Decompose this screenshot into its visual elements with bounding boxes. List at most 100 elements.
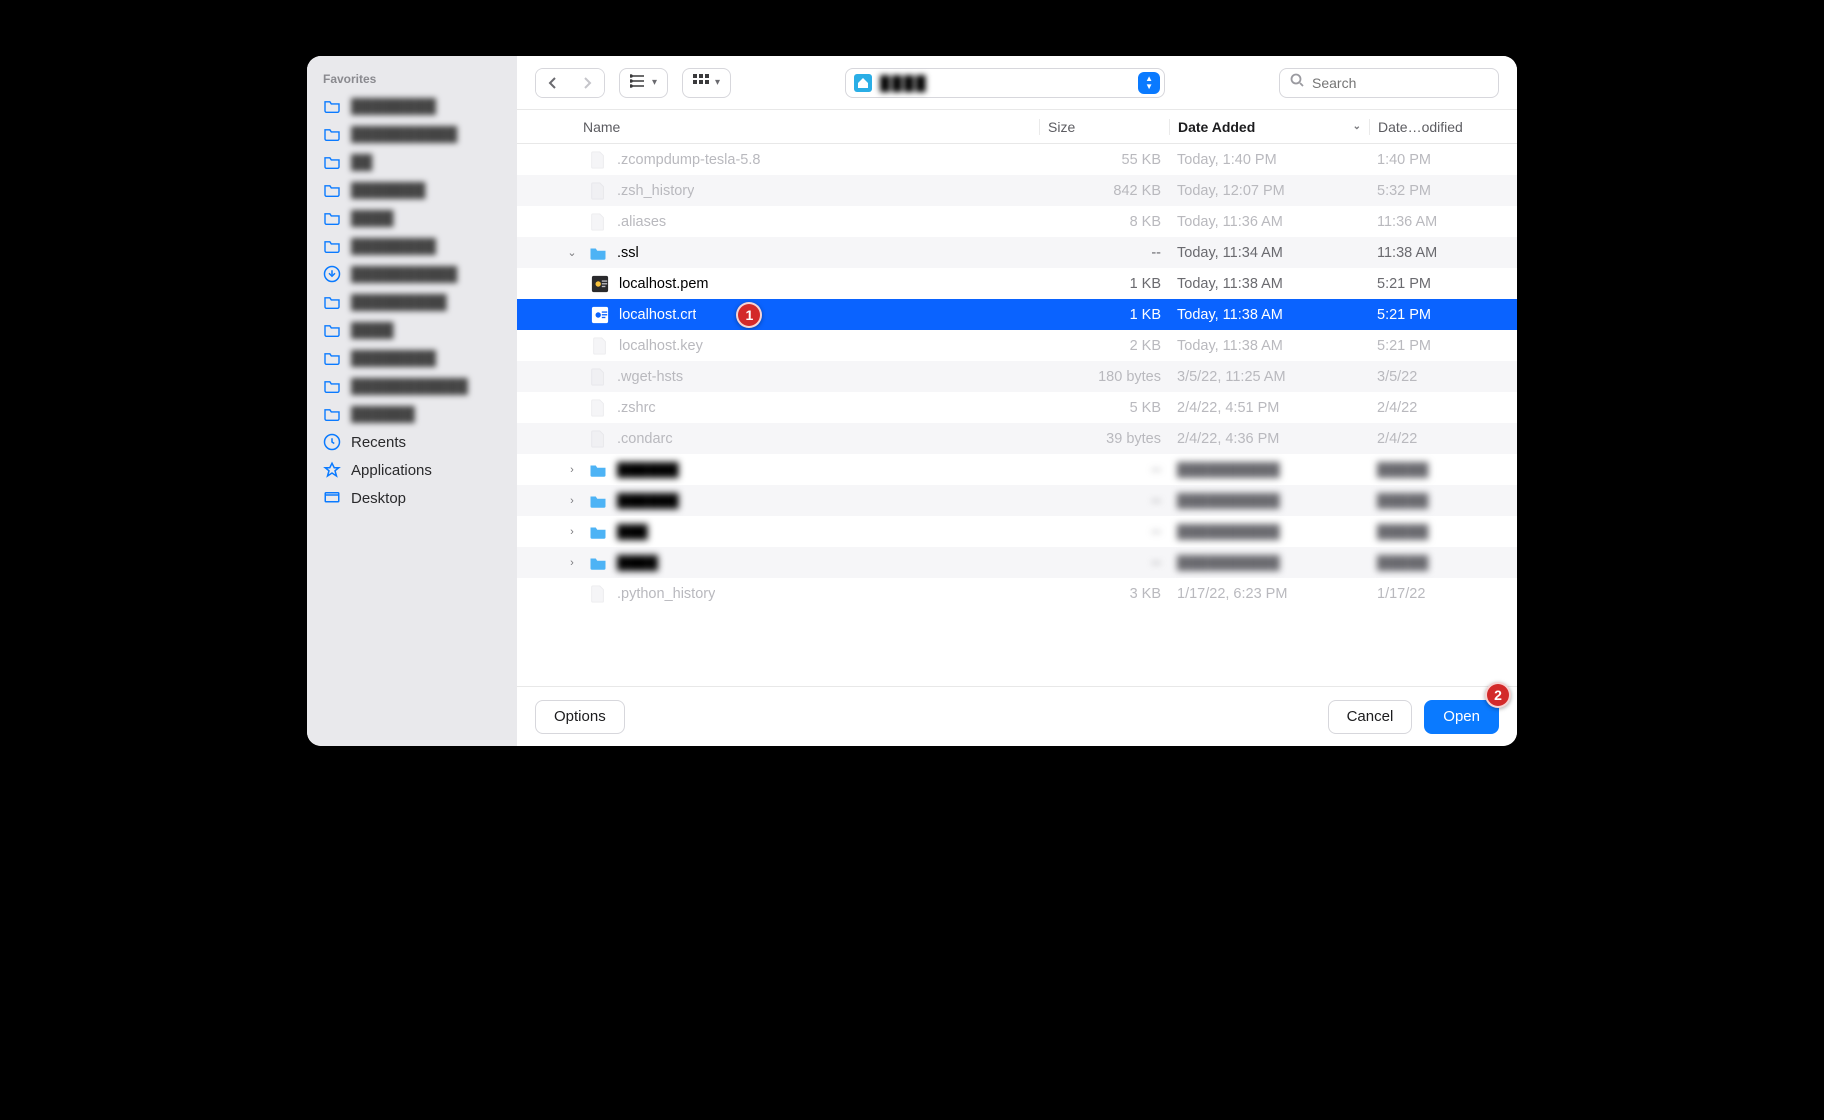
file-row[interactable]: ⌄.ssl--Today, 11:34 AM11:38 AM	[517, 237, 1517, 268]
document-icon	[589, 429, 607, 449]
open-file-dialog: Favorites ████████ ██████████ ██ ███████…	[307, 56, 1517, 746]
file-row[interactable]: ›████--███████████████	[517, 547, 1517, 578]
file-row[interactable]: .zshrc5 KB2/4/22, 4:51 PM2/4/22	[517, 392, 1517, 423]
file-row[interactable]: .zsh_history842 KBToday, 12:07 PM5:32 PM	[517, 175, 1517, 206]
folder-icon	[323, 97, 341, 115]
open-button[interactable]: Open	[1424, 700, 1499, 734]
sidebar-item-desktop[interactable]: Desktop	[307, 484, 517, 512]
annotation-callout: 1	[736, 302, 762, 328]
group-by-button[interactable]: ▾	[682, 68, 731, 98]
file-name: ███	[617, 524, 648, 540]
file-name: .zshrc	[617, 400, 656, 416]
file-size: --	[1039, 493, 1169, 509]
file-row[interactable]: .python_history3 KB1/17/22, 6:23 PM1/17/…	[517, 578, 1517, 609]
file-date-added: Today, 11:36 AM	[1169, 214, 1369, 230]
sidebar-item[interactable]: ██	[307, 148, 517, 176]
file-row[interactable]: ›██████--███████████████	[517, 485, 1517, 516]
file-row[interactable]: localhost.crt11 KBToday, 11:38 AM5:21 PM	[517, 299, 1517, 330]
document-icon	[589, 150, 607, 170]
sidebar-item-label: ██████████	[351, 126, 501, 143]
file-date-added: ██████████	[1169, 462, 1369, 478]
file-row[interactable]: localhost.key2 KBToday, 11:38 AM5:21 PM	[517, 330, 1517, 361]
file-size: 1 KB	[1039, 276, 1169, 292]
col-size[interactable]: Size	[1039, 119, 1169, 135]
file-date-modified: 3/5/22	[1369, 369, 1499, 385]
search-icon	[1290, 73, 1304, 92]
column-headers: Name Size Date Added ⌄ Date…odified	[517, 110, 1517, 144]
file-name: localhost.key	[619, 338, 703, 354]
file-date-modified: █████	[1369, 493, 1499, 509]
file-row[interactable]: localhost.pem1 KBToday, 11:38 AM5:21 PM	[517, 268, 1517, 299]
file-date-modified: 1:40 PM	[1369, 152, 1499, 168]
view-list-button[interactable]: ▾	[619, 68, 668, 98]
sidebar-item[interactable]: ██████████	[307, 120, 517, 148]
main-panel: ▾ ▾ ████ ▲▼ Name Size Date Added ⌄	[517, 56, 1517, 746]
file-date-modified: 5:21 PM	[1369, 338, 1499, 354]
disclosure-triangle-icon[interactable]: ›	[565, 526, 579, 538]
sidebar-item[interactable]: ████	[307, 204, 517, 232]
disclosure-triangle-icon[interactable]: ›	[565, 495, 579, 507]
sidebar-item-label: ████	[351, 322, 501, 339]
sidebar-item[interactable]: ██████████	[307, 260, 517, 288]
file-name: .aliases	[617, 214, 666, 230]
sidebar-item[interactable]: ████	[307, 316, 517, 344]
file-row[interactable]: ›██████--███████████████	[517, 454, 1517, 485]
sidebar-item[interactable]: ███████████	[307, 372, 517, 400]
forward-button[interactable]	[570, 69, 604, 97]
annotation-callout: 2	[1485, 682, 1511, 708]
cancel-button[interactable]: Cancel	[1328, 700, 1413, 734]
file-date-added: 2/4/22, 4:51 PM	[1169, 400, 1369, 416]
chevron-down-icon: ▾	[652, 77, 657, 88]
document-icon	[589, 212, 607, 232]
file-name: .wget-hsts	[617, 369, 683, 385]
file-date-added: ██████████	[1169, 493, 1369, 509]
folder-icon	[323, 125, 341, 143]
sidebar-item[interactable]: ████████	[307, 232, 517, 260]
file-date-added: 1/17/22, 6:23 PM	[1169, 586, 1369, 602]
document-icon	[591, 336, 609, 356]
file-size: 55 KB	[1039, 152, 1169, 168]
search-input[interactable]	[1312, 75, 1472, 91]
file-name: .zsh_history	[617, 183, 694, 199]
file-row[interactable]: .zcompdump-tesla-5.855 KBToday, 1:40 PM1…	[517, 144, 1517, 175]
file-list: .zcompdump-tesla-5.855 KBToday, 1:40 PM1…	[517, 144, 1517, 686]
path-text: ████	[880, 75, 1130, 91]
file-row[interactable]: .condarc39 bytes2/4/22, 4:36 PM2/4/22	[517, 423, 1517, 454]
sidebar-item-label: ██████	[351, 406, 501, 423]
sidebar-item-applications[interactable]: Applications	[307, 456, 517, 484]
sidebar-item[interactable]: ██████	[307, 400, 517, 428]
file-row[interactable]: .wget-hsts180 bytes3/5/22, 11:25 AM3/5/2…	[517, 361, 1517, 392]
file-name: localhost.crt	[619, 307, 696, 323]
file-row[interactable]: .aliases8 KBToday, 11:36 AM11:36 AM	[517, 206, 1517, 237]
disclosure-triangle-icon[interactable]: ›	[565, 557, 579, 569]
sidebar-item-recents[interactable]: Recents	[307, 428, 517, 456]
back-button[interactable]	[536, 69, 570, 97]
file-row[interactable]: ›███--███████████████	[517, 516, 1517, 547]
col-date-modified[interactable]: Date…odified	[1369, 119, 1499, 135]
sidebar-item-label: ███████	[351, 182, 501, 199]
home-folder-icon	[854, 74, 872, 92]
up-down-icon: ▲▼	[1138, 72, 1160, 94]
folder-icon	[323, 321, 341, 339]
file-name: ██████	[617, 493, 679, 509]
file-name: .ssl	[617, 245, 639, 261]
sidebar-item[interactable]: ████████	[307, 344, 517, 372]
search-field[interactable]	[1279, 68, 1499, 98]
file-name: .condarc	[617, 431, 673, 447]
path-selector[interactable]: ████ ▲▼	[845, 68, 1165, 98]
file-size: 842 KB	[1039, 183, 1169, 199]
disclosure-triangle-icon[interactable]: ›	[565, 464, 579, 476]
sidebar-item[interactable]: ████████	[307, 92, 517, 120]
sidebar-item[interactable]: ███████	[307, 176, 517, 204]
disclosure-triangle-icon[interactable]: ⌄	[565, 246, 579, 259]
col-name[interactable]: Name	[535, 119, 1039, 135]
toolbar: ▾ ▾ ████ ▲▼	[517, 56, 1517, 110]
sidebar-item-label: ██	[351, 154, 501, 171]
folder-icon	[589, 243, 607, 263]
options-button[interactable]: Options	[535, 700, 625, 734]
certificate-icon	[591, 305, 609, 325]
folder-icon	[589, 522, 607, 542]
col-date-added[interactable]: Date Added ⌄	[1169, 119, 1369, 135]
sidebar-item[interactable]: █████████	[307, 288, 517, 316]
document-icon	[589, 398, 607, 418]
